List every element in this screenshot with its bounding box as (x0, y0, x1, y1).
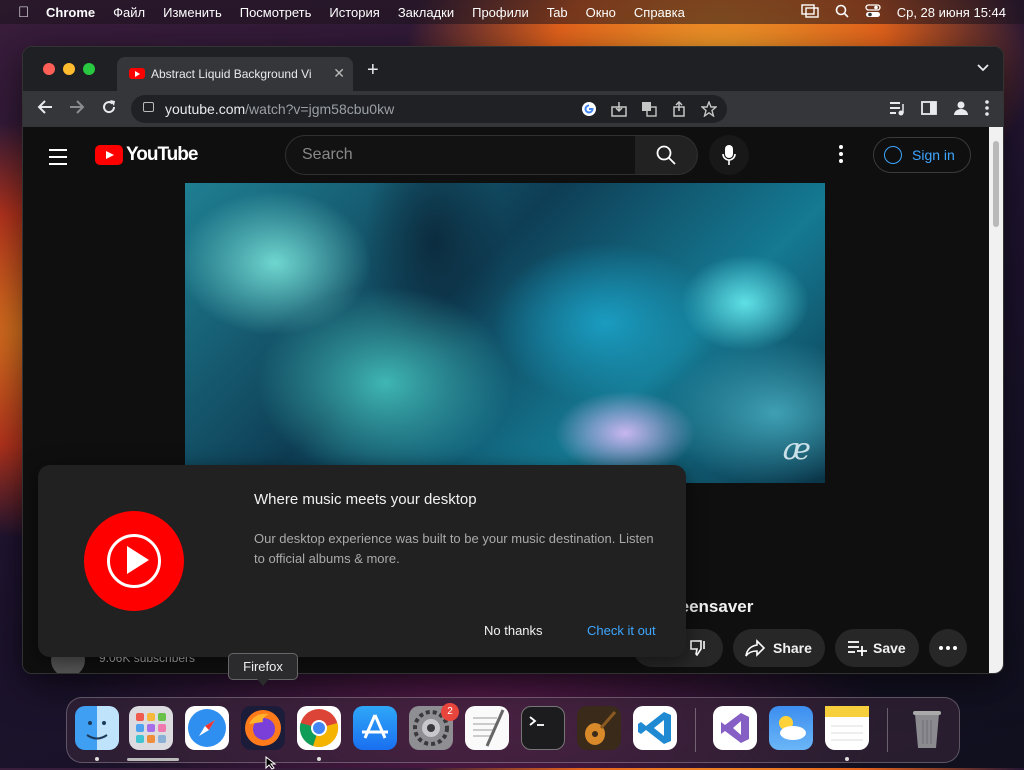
channel-watermark: æ (782, 432, 811, 467)
menu-app-chrome[interactable]: Chrome (46, 5, 95, 20)
settings-menu-icon[interactable] (839, 145, 843, 167)
dock-launchpad-icon[interactable] (129, 706, 173, 750)
apple-menu-icon[interactable]:  (18, 4, 32, 21)
menu-bar:  Chrome Файл Изменить Посмотреть Истори… (0, 0, 1024, 24)
forward-arrow-icon[interactable] (69, 99, 85, 120)
share-button[interactable]: Share (733, 629, 825, 667)
url-text[interactable]: youtube.com/watch?v=jgm58cbu0kw (165, 101, 394, 117)
dock-terminal-icon[interactable] (521, 706, 565, 750)
dock-separator (887, 708, 888, 752)
sign-in-button[interactable]: Sign in (873, 137, 971, 173)
dock-finder-icon[interactable] (75, 706, 119, 750)
dock-tooltip: Firefox (228, 653, 298, 686)
control-center-icon[interactable] (865, 3, 881, 21)
menu-window[interactable]: Окно (586, 5, 616, 20)
bookmark-star-icon[interactable] (700, 100, 718, 120)
page-scrollbar[interactable] (989, 127, 1003, 673)
guide-menu-icon[interactable] (49, 149, 67, 170)
tab-youtube[interactable]: Abstract Liquid Background Vi ✕ (117, 57, 353, 91)
dock-vscode-icon[interactable] (633, 706, 677, 750)
youtube-favicon-icon (129, 68, 145, 79)
running-indicator (845, 757, 849, 761)
youtube-music-promo-dialog: Where music meets your desktop Our deskt… (38, 465, 686, 657)
promo-description: Our desktop experience was built to be y… (254, 531, 654, 566)
browser-toolbar: youtube.com/watch?v=jgm58cbu0kw (23, 91, 1003, 127)
side-panel-icon[interactable] (921, 100, 937, 119)
new-tab-button[interactable]: + (367, 59, 379, 82)
back-arrow-icon[interactable] (37, 99, 53, 120)
profile-avatar-icon[interactable] (953, 100, 969, 119)
screen-mirroring-icon[interactable] (801, 3, 819, 21)
menu-edit[interactable]: Изменить (163, 5, 222, 20)
dock-notes-icon[interactable] (825, 706, 869, 750)
search-button[interactable] (635, 135, 698, 175)
translate-icon[interactable] (641, 101, 657, 120)
running-indicator (317, 757, 321, 761)
menu-history[interactable]: История (329, 5, 379, 20)
account-icon (884, 146, 902, 164)
dock-firefox-icon[interactable] (241, 706, 285, 750)
dock-visual-studio-icon[interactable] (713, 706, 757, 750)
add-to-playlist-icon (848, 641, 867, 656)
tab-strip: Abstract Liquid Background Vi ✕ + (23, 47, 1003, 91)
no-thanks-button[interactable]: No thanks (484, 623, 543, 638)
dock-weather-icon[interactable] (769, 706, 813, 750)
youtube-music-logo-icon (84, 511, 184, 611)
dock-chrome-icon[interactable] (297, 706, 341, 750)
dock-app-store-icon[interactable] (353, 706, 397, 750)
dock-garageband-icon[interactable] (577, 706, 621, 750)
google-lens-icon[interactable] (581, 101, 597, 120)
youtube-logo[interactable]: YouTube (95, 144, 198, 165)
tab-search-chevron-icon[interactable] (977, 61, 989, 75)
dock-safari-icon[interactable] (185, 706, 229, 750)
scrollbar-thumb[interactable] (993, 141, 999, 227)
install-app-icon[interactable] (611, 101, 627, 120)
menu-tab[interactable]: Tab (547, 5, 568, 20)
dock-trash-icon[interactable] (905, 706, 949, 750)
media-control-icon[interactable] (889, 100, 905, 119)
clock[interactable]: Ср, 28 июня 15:44 (897, 5, 1006, 20)
search-icon (656, 145, 676, 165)
microphone-icon (722, 145, 736, 165)
close-window-button[interactable] (43, 63, 55, 75)
notification-badge: 2 (441, 703, 459, 721)
dock-textedit-icon[interactable] (465, 706, 509, 750)
menu-view[interactable]: Посмотреть (240, 5, 312, 20)
dock-scroll-indicator (127, 758, 179, 761)
menu-help[interactable]: Справка (634, 5, 685, 20)
search-input[interactable]: Search (285, 135, 637, 175)
more-horizontal-icon (939, 646, 957, 650)
address-bar[interactable]: youtube.com/watch?v=jgm58cbu0kw (131, 95, 727, 123)
youtube-play-icon (95, 145, 123, 165)
menu-profiles[interactable]: Профили (472, 5, 529, 20)
spotlight-search-icon[interactable] (835, 4, 849, 21)
tab-title: Abstract Liquid Background Vi (151, 67, 312, 81)
dock (66, 697, 960, 763)
more-actions-button[interactable] (929, 629, 967, 667)
thumbs-down-icon (690, 640, 705, 657)
voice-search-button[interactable] (709, 135, 749, 175)
share-page-icon[interactable] (671, 100, 687, 120)
menu-file[interactable]: Файл (113, 5, 145, 20)
reload-icon[interactable] (101, 99, 117, 120)
chrome-menu-icon[interactable] (985, 100, 989, 119)
tab-close-icon[interactable]: ✕ (333, 65, 345, 82)
menu-bookmarks[interactable]: Закладки (398, 5, 454, 20)
minimize-window-button[interactable] (63, 63, 75, 75)
save-button[interactable]: Save (835, 629, 919, 667)
check-it-out-button[interactable]: Check it out (587, 623, 656, 638)
share-icon (745, 639, 765, 657)
lock-icon[interactable] (143, 102, 154, 112)
promo-heading: Where music meets your desktop (254, 491, 477, 508)
running-indicator (95, 757, 99, 761)
zoom-window-button[interactable] (83, 63, 95, 75)
dock-separator (695, 708, 696, 752)
video-player[interactable]: æ (185, 183, 825, 483)
